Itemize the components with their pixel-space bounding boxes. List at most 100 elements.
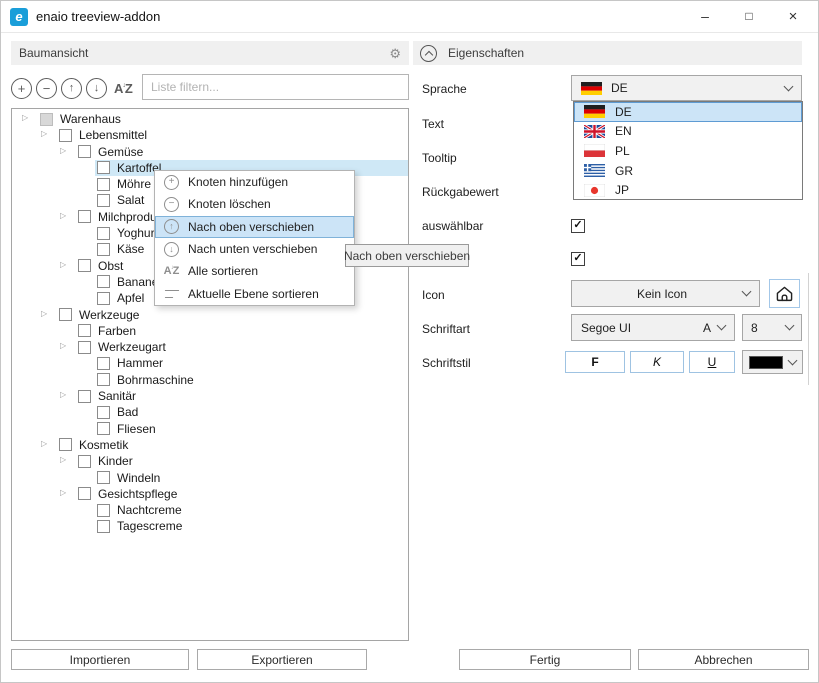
tree-checkbox-unchecked[interactable] xyxy=(78,487,91,500)
menu-item-label: Knoten löschen xyxy=(188,197,271,211)
tree-checkbox-unchecked[interactable] xyxy=(97,178,110,191)
tree-checkbox-unchecked[interactable] xyxy=(78,324,91,337)
chevron-down-icon xyxy=(788,355,798,365)
lang-option-pl[interactable]: PL xyxy=(574,141,802,161)
tree-item-bad[interactable]: Bad xyxy=(12,404,408,420)
expander-icon[interactable]: ▷ xyxy=(60,147,66,155)
filter-input[interactable] xyxy=(142,74,409,100)
menu-item-knoten-hinzuf-gen[interactable]: +Knoten hinzufügen xyxy=(155,171,354,193)
expander-icon[interactable]: ▷ xyxy=(41,310,47,318)
tree-item-fliesen[interactable]: Fliesen xyxy=(12,421,408,437)
remove-node-button[interactable]: − xyxy=(36,78,57,99)
second-checkbox[interactable]: ✓ xyxy=(571,252,585,266)
tree-item-hammer[interactable]: Hammer xyxy=(12,355,408,371)
expander-icon[interactable]: ▷ xyxy=(41,440,47,448)
expander-icon[interactable]: ▷ xyxy=(60,342,66,350)
tree-checkbox-unchecked[interactable] xyxy=(78,390,91,403)
sprache-dropdown[interactable]: DE xyxy=(571,75,802,101)
tree-checkbox-unchecked[interactable] xyxy=(97,227,110,240)
underline-button[interactable]: U xyxy=(689,351,735,373)
bold-button[interactable]: F xyxy=(565,351,625,373)
tree-item-label: Gemüse xyxy=(98,145,143,159)
tree-checkbox-unchecked[interactable] xyxy=(97,504,110,517)
font-dropdown[interactable]: Segoe UI A xyxy=(571,314,735,341)
minimize-button[interactable]: – xyxy=(687,1,723,32)
tree-checkbox-unchecked[interactable] xyxy=(97,275,110,288)
tree-item-warenhaus[interactable]: ▷Warenhaus xyxy=(12,111,408,127)
tree-checkbox-unchecked[interactable] xyxy=(59,438,72,451)
tree-item-farben[interactable]: Farben xyxy=(12,323,408,339)
tree-item-gem-se[interactable]: ▷ Gemüse xyxy=(12,144,408,160)
move-up-icon: ↑ xyxy=(69,83,75,94)
import-button[interactable]: Importieren xyxy=(11,649,189,670)
tree-item-lebensmittel[interactable]: ▷Lebensmittel xyxy=(12,127,408,143)
tree-checkbox-unchecked[interactable] xyxy=(59,129,72,142)
tree-checkbox-unchecked[interactable] xyxy=(97,243,110,256)
expander-icon[interactable]: ▷ xyxy=(41,130,47,138)
lang-option-de[interactable]: DE xyxy=(574,102,802,122)
icon-dropdown[interactable]: Kein Icon xyxy=(571,280,760,307)
expander-icon[interactable]: ▷ xyxy=(60,456,66,464)
tree-checkbox-unchecked[interactable] xyxy=(97,161,110,174)
chevron-down-icon xyxy=(717,321,727,331)
lang-option-jp[interactable]: JP xyxy=(574,180,802,200)
tree-checkbox-unchecked[interactable] xyxy=(78,341,91,354)
tree-item-label: Tagescreme xyxy=(117,519,182,533)
tree-checkbox-unchecked[interactable] xyxy=(97,292,110,305)
tree-checkbox-unchecked[interactable] xyxy=(97,422,110,435)
font-preview-letter: A xyxy=(703,321,711,335)
menu-item-knoten-l-schen[interactable]: −Knoten löschen xyxy=(155,193,354,215)
move-up-button[interactable]: ↑ xyxy=(61,78,82,99)
tree-item-werkzeugart[interactable]: ▷Werkzeugart xyxy=(12,339,408,355)
tree-checkbox-unchecked[interactable] xyxy=(78,455,91,468)
tree-item-sanit-r[interactable]: ▷Sanitär xyxy=(12,388,408,404)
tree-checkbox-unchecked[interactable] xyxy=(97,194,110,207)
expander-icon[interactable]: ▷ xyxy=(22,114,28,122)
tree-item-tagescreme[interactable]: Tagescreme xyxy=(12,518,408,534)
expander-icon[interactable]: ▷ xyxy=(60,391,66,399)
tree-item-bohrmaschine[interactable]: Bohrmaschine xyxy=(12,372,408,388)
tree-item-werkzeuge[interactable]: ▷Werkzeuge xyxy=(12,307,408,323)
font-color-dropdown[interactable] xyxy=(742,350,803,374)
tree-checkbox-unchecked[interactable] xyxy=(97,357,110,370)
tree-item-kinder[interactable]: ▷Kinder xyxy=(12,453,408,469)
expander-icon[interactable]: ▷ xyxy=(60,261,66,269)
sort-az-icon[interactable]: A↓Z xyxy=(114,81,133,96)
home-icon-button[interactable] xyxy=(769,279,800,308)
font-size-dropdown[interactable]: 8 xyxy=(742,314,802,341)
tree-item-gesichtspflege[interactable]: ▷Gesichtspflege xyxy=(12,486,408,502)
lang-option-gr[interactable]: GR xyxy=(574,161,802,181)
cancel-button[interactable]: Abbrechen xyxy=(638,649,809,670)
tree-item-windeln[interactable]: Windeln xyxy=(12,470,408,486)
tree-checkbox-unchecked[interactable] xyxy=(78,259,91,272)
menu-item-alle-sortieren[interactable]: A↓ZAlle sortieren xyxy=(155,260,354,282)
done-button[interactable]: Fertig xyxy=(459,649,631,670)
tree-item-nachtcreme[interactable]: Nachtcreme xyxy=(12,502,408,518)
tree-checkbox-unchecked[interactable] xyxy=(97,373,110,386)
auswaehlbar-checkbox[interactable]: ✓ xyxy=(571,219,585,233)
expander-icon[interactable]: ▷ xyxy=(60,489,66,497)
tree-checkbox-indeterminate[interactable] xyxy=(40,113,53,126)
tree-checkbox-unchecked[interactable] xyxy=(97,520,110,533)
tree-checkbox-unchecked[interactable] xyxy=(78,210,91,223)
tree-checkbox-unchecked[interactable] xyxy=(59,308,72,321)
maximize-button[interactable]: □ xyxy=(731,1,767,32)
expander-icon[interactable]: ▷ xyxy=(60,212,66,220)
add-node-button[interactable]: + xyxy=(11,78,32,99)
italic-button[interactable]: K xyxy=(630,351,684,373)
menu-item-aktuelle-ebene-sortieren[interactable]: Aktuelle Ebene sortieren xyxy=(155,282,354,304)
tree-item-kosmetik[interactable]: ▷Kosmetik xyxy=(12,437,408,453)
sort-az-icon: A↓Z xyxy=(155,265,188,277)
collapse-icon[interactable] xyxy=(420,45,437,62)
lang-option-en[interactable]: EN xyxy=(574,122,802,142)
menu-item-nach-unten-verschieben[interactable]: ↓Nach unten verschieben xyxy=(155,238,354,260)
gear-icon[interactable]: ⚙ xyxy=(389,47,401,60)
tree-checkbox-unchecked[interactable] xyxy=(97,406,110,419)
tree-checkbox-unchecked[interactable] xyxy=(78,145,91,158)
menu-item-nach-oben-verschieben[interactable]: ↑Nach oben verschieben xyxy=(155,216,354,238)
close-button[interactable]: × xyxy=(775,1,811,32)
export-button[interactable]: Exportieren xyxy=(197,649,367,670)
circle-arrow-down-icon: ↓ xyxy=(155,242,188,257)
tree-checkbox-unchecked[interactable] xyxy=(97,471,110,484)
move-down-button[interactable]: ↓ xyxy=(86,78,107,99)
